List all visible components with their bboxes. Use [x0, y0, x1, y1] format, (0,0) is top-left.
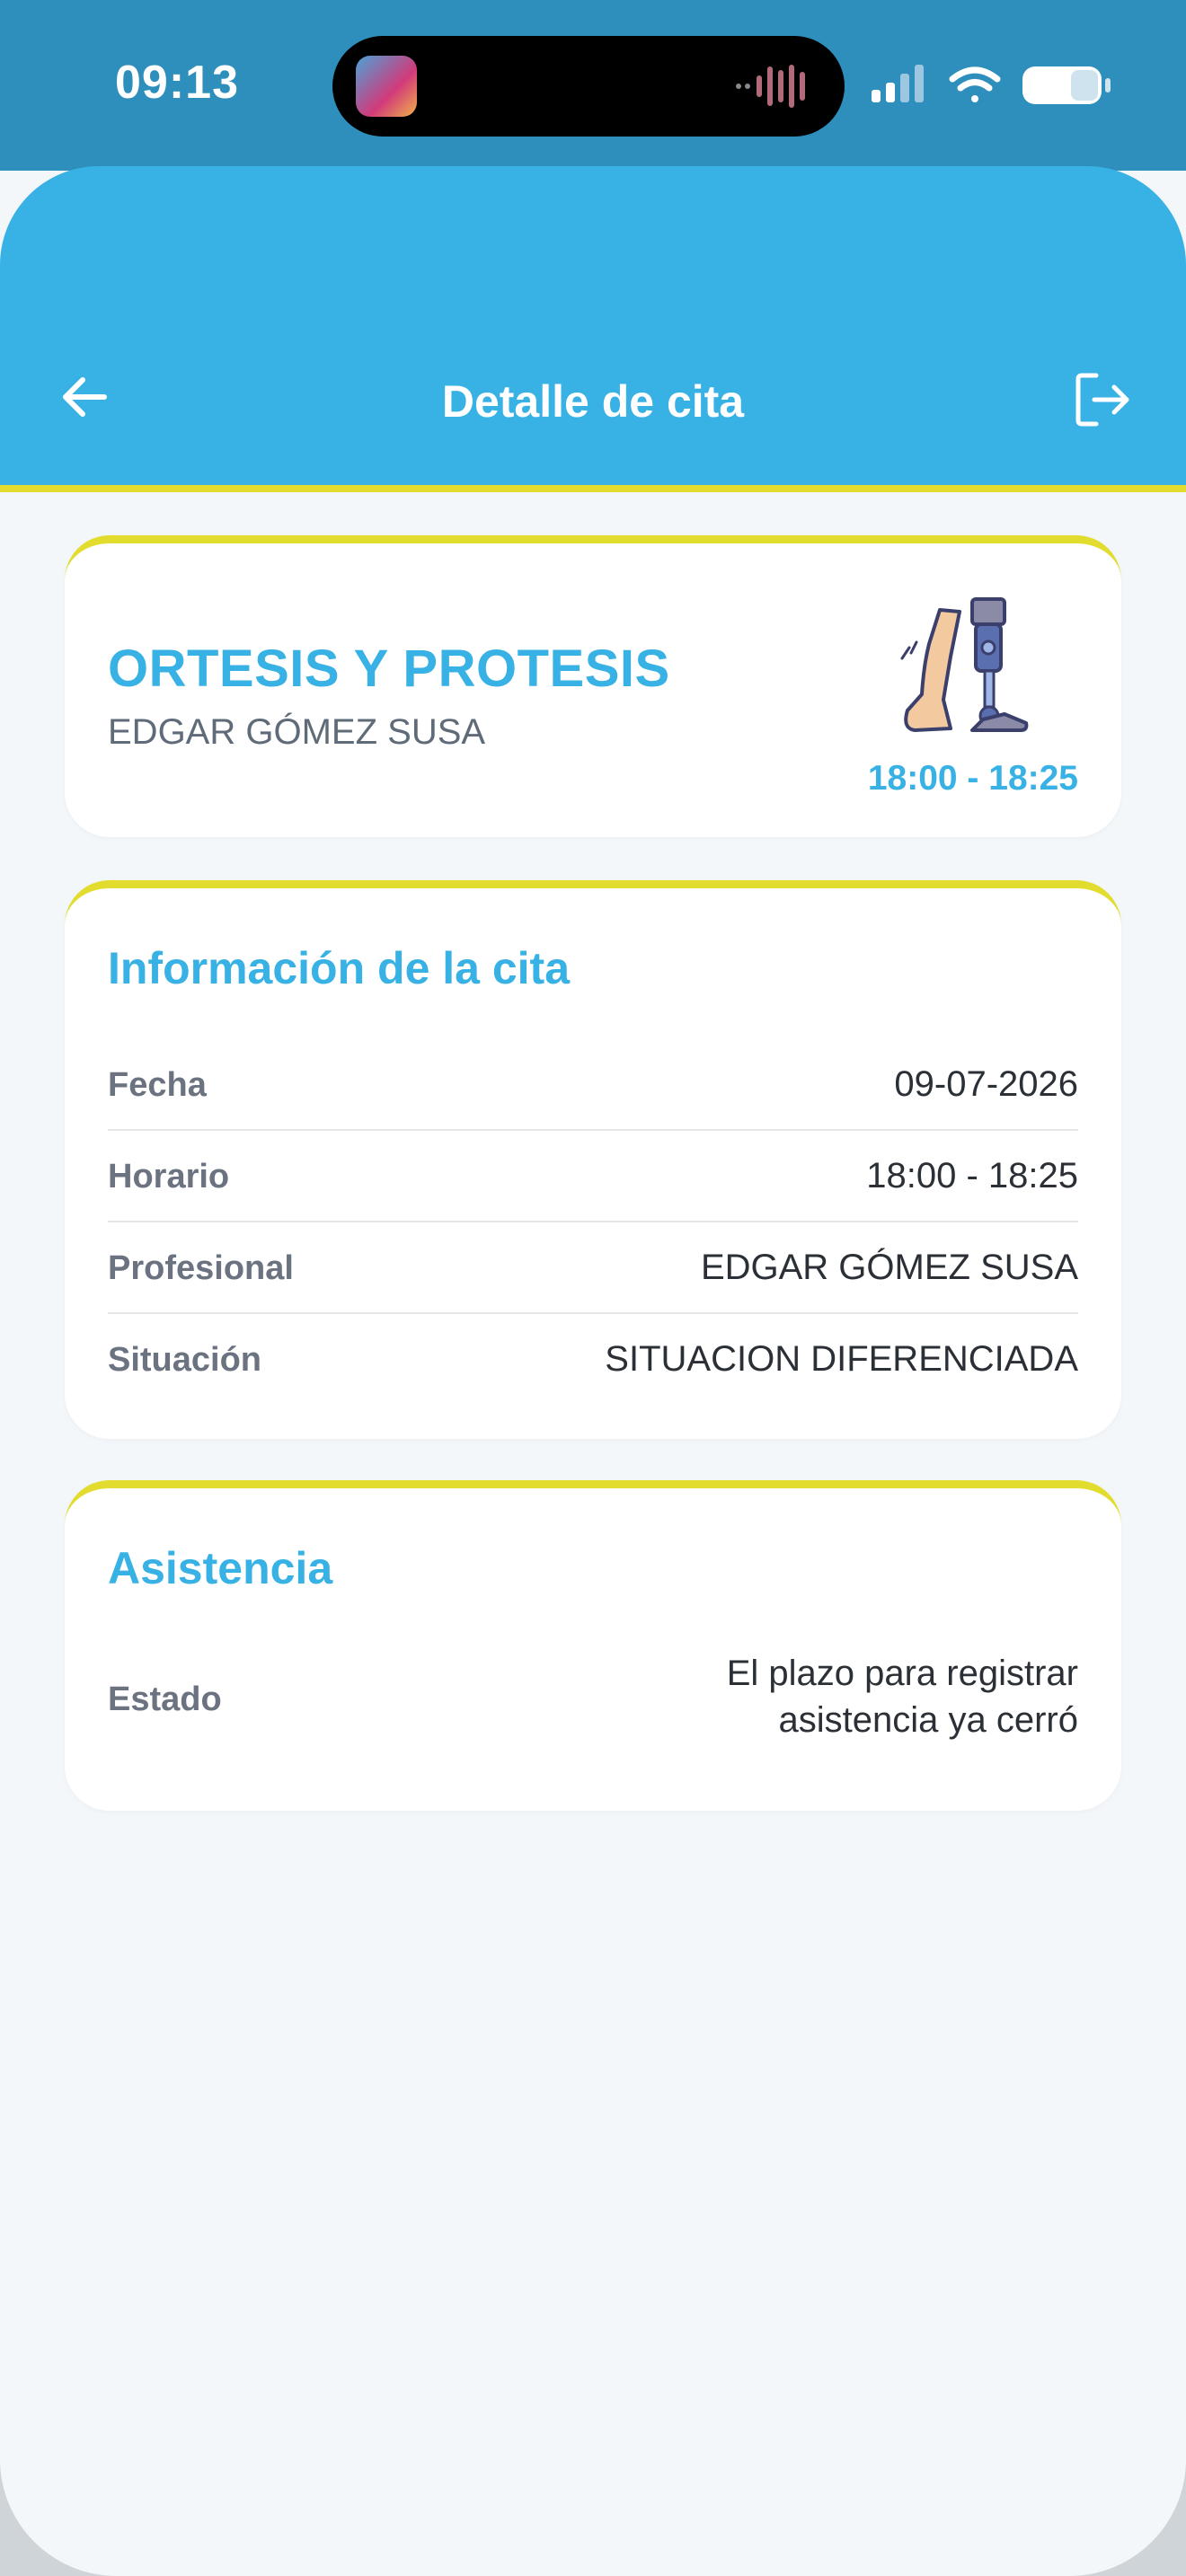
- status-icons: [872, 65, 1111, 104]
- attendance-card: Asistencia Estado El plazo para registra…: [65, 1480, 1121, 1811]
- header-accent-line: [0, 485, 1186, 492]
- audio-wave-icon: [736, 65, 805, 108]
- row-value: 18:00 - 18:25: [866, 1156, 1078, 1195]
- section-title: Información de la cita: [108, 943, 571, 993]
- info-row-professional: Profesional EDGAR GÓMEZ SUSA: [108, 1222, 1078, 1314]
- app-screen: 09:13 Detalle de cita ORTESIS Y PROTESIS…: [0, 0, 1186, 2576]
- prosthetic-leg-icon: [900, 597, 1029, 732]
- now-playing-app-icon: [356, 56, 417, 117]
- appointment-info-card: Información de la cita Fecha 09-07-2026 …: [65, 880, 1121, 1439]
- service-time: 18:00 - 18:25: [867, 759, 1078, 798]
- row-label: Horario: [108, 1158, 230, 1195]
- service-professional: EDGAR GÓMEZ SUSA: [108, 712, 486, 752]
- info-row-schedule: Horario 18:00 - 18:25: [108, 1131, 1078, 1222]
- info-row-situation: Situación SITUACION DIFERENCIADA: [108, 1314, 1078, 1406]
- service-name: ORTESIS Y PROTESIS: [108, 640, 670, 698]
- logout-icon[interactable]: [1073, 370, 1132, 429]
- battery-icon: [1022, 66, 1111, 104]
- service-card: ORTESIS Y PROTESIS EDGAR GÓMEZ SUSA 18:0…: [65, 535, 1121, 837]
- row-label: Profesional: [108, 1249, 294, 1287]
- page-title: Detalle de cita: [441, 376, 745, 427]
- info-row-date: Fecha 09-07-2026: [108, 1039, 1078, 1131]
- row-label: Fecha: [108, 1066, 207, 1104]
- section-title: Asistencia: [108, 1543, 333, 1593]
- status-bar: 09:13: [0, 0, 1186, 171]
- row-value: 09-07-2026: [894, 1064, 1078, 1104]
- attendance-status-value: El plazo para registrar asistencia ya ce…: [726, 1654, 1078, 1740]
- wifi-icon: [949, 66, 1001, 102]
- attendance-status-label: Estado: [108, 1681, 222, 1718]
- dynamic-island: [332, 36, 845, 137]
- cellular-signal-icon: [872, 65, 924, 102]
- app-header: [0, 166, 1186, 485]
- row-label: Situación: [108, 1341, 262, 1379]
- row-value: EDGAR GÓMEZ SUSA: [700, 1248, 1078, 1287]
- row-value: SITUACION DIFERENCIADA: [605, 1339, 1078, 1379]
- status-time: 09:13: [115, 57, 239, 109]
